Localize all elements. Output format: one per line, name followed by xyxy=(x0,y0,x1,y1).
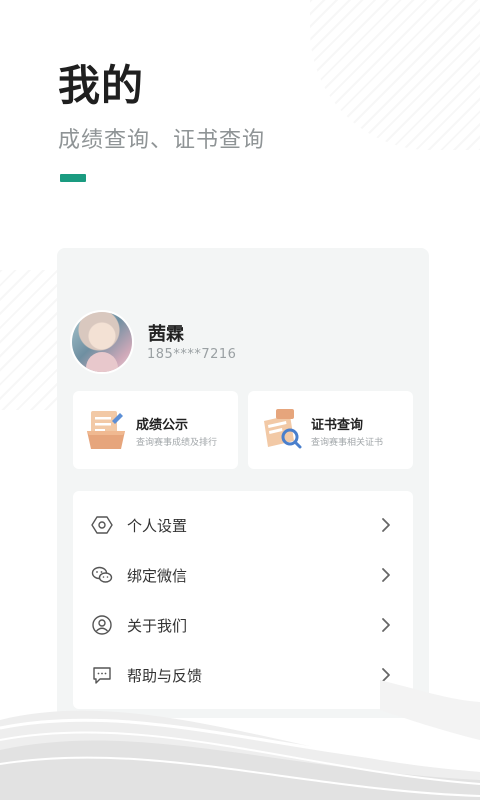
menu-label: 绑定微信 xyxy=(127,567,188,585)
feedback-icon xyxy=(91,664,113,686)
menu-item-bind-wechat[interactable]: 绑定微信 xyxy=(73,550,413,600)
score-public-desc: 查询赛事成绩及排行 xyxy=(136,438,218,448)
certificate-search-icon xyxy=(260,407,302,451)
user-phone: 185****7216 xyxy=(147,347,237,362)
certificate-query-desc: 查询赛事相关证书 xyxy=(311,438,384,448)
menu-item-about-us[interactable]: 关于我们 xyxy=(73,600,413,650)
decorative-stripes-left xyxy=(0,270,60,410)
settings-icon xyxy=(91,514,113,536)
menu-label: 帮助与反馈 xyxy=(127,667,203,685)
menu-label: 个人设置 xyxy=(127,517,188,535)
score-public-card[interactable]: 成绩公示 查询赛事成绩及排行 xyxy=(73,391,238,469)
wechat-icon xyxy=(91,564,113,586)
chevron-right-icon xyxy=(379,516,393,534)
decorative-stripes xyxy=(310,0,480,150)
avatar[interactable] xyxy=(72,312,132,372)
user-name: 茜霖 xyxy=(148,324,184,345)
menu-label: 关于我们 xyxy=(127,617,188,635)
menu-item-personal-settings[interactable]: 个人设置 xyxy=(73,500,413,550)
page-subtitle: 成绩查询、证书查询 xyxy=(58,128,266,153)
certificate-query-card[interactable]: 证书查询 查询赛事相关证书 xyxy=(248,391,413,469)
certificate-query-title: 证书查询 xyxy=(311,418,364,433)
chevron-right-icon xyxy=(379,666,393,684)
user-circle-icon xyxy=(91,614,113,636)
score-public-title: 成绩公示 xyxy=(136,418,189,433)
score-report-icon xyxy=(85,407,127,451)
menu-list: 个人设置 绑定微信 关于我们 帮助与反馈 xyxy=(73,491,413,709)
menu-item-help-feedback[interactable]: 帮助与反馈 xyxy=(73,650,413,700)
chevron-right-icon xyxy=(379,616,393,634)
page-title: 我的 xyxy=(58,61,145,110)
chevron-right-icon xyxy=(379,566,393,584)
accent-bar xyxy=(60,174,86,182)
